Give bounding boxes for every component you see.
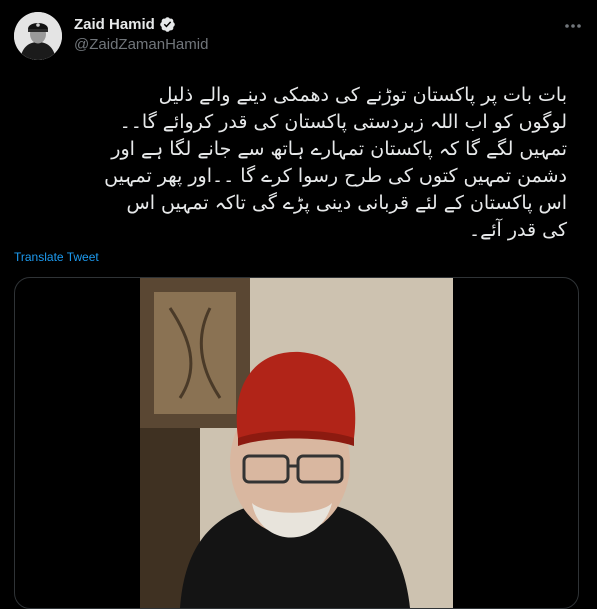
author-handle[interactable]: @ZaidZamanHamid (74, 36, 208, 53)
more-horizontal-icon[interactable] (563, 16, 583, 36)
avatar-image (14, 12, 62, 60)
display-name[interactable]: Zaid Hamid (74, 16, 155, 33)
avatar[interactable] (14, 12, 62, 60)
media-card[interactable] (14, 277, 579, 609)
video-frame (140, 278, 453, 608)
author-row: Zaid Hamid (74, 14, 176, 34)
tweet[interactable]: Zaid Hamid @ZaidZamanHamid بات بات پر پا… (0, 0, 597, 609)
video-player[interactable] (140, 278, 453, 608)
translate-tweet-link[interactable]: Translate Tweet (14, 250, 99, 264)
tweet-text: بات بات پر پاکستان توڑنے کی دھمکی دینے و… (104, 84, 567, 241)
verified-badge-icon (159, 16, 176, 33)
